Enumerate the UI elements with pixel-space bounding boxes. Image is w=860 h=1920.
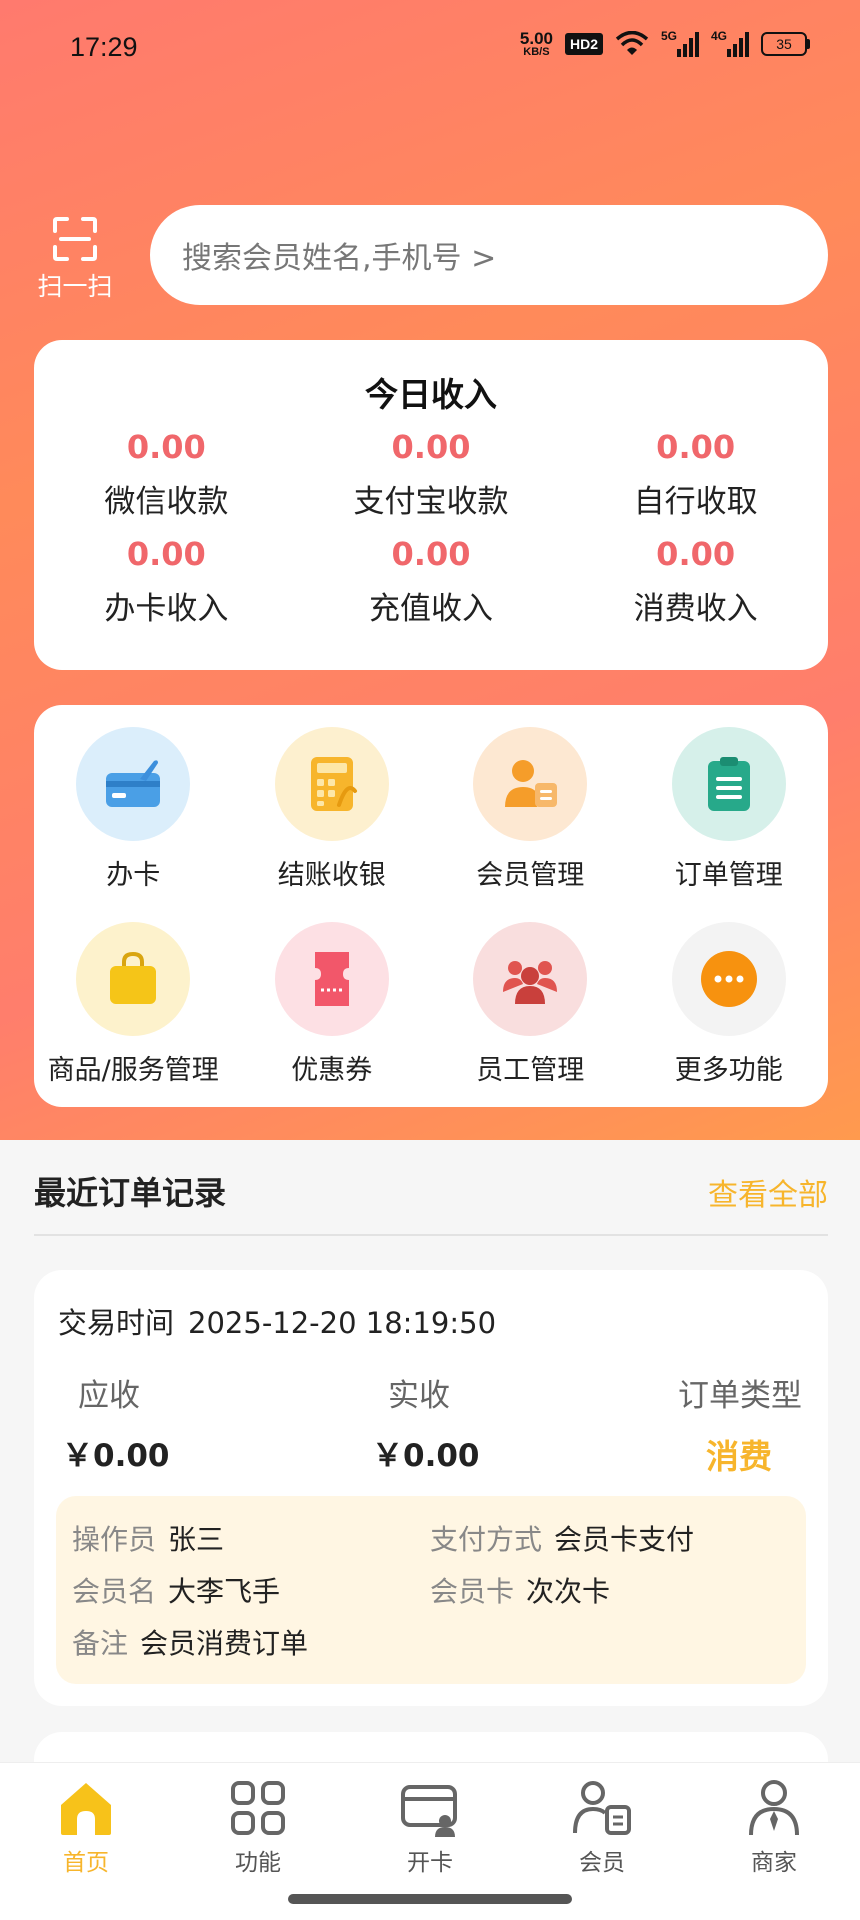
hd-voice-icon: HD2 <box>564 33 603 55</box>
recent-orders-title: 最近订单记录 <box>34 1174 227 1212</box>
status-icons: 5.00 KB/S HD2 5G 4G 35 <box>519 29 810 58</box>
view-all-link[interactable]: 查看全部 <box>708 1170 828 1214</box>
order-time: 交易时间 2025-12-20 18:19:50 <box>58 1306 497 1340</box>
function-card: 办卡 结账收银 会员管理 订单管理 商品/服务管理 优惠券 员工管理 更多功能 <box>34 705 828 1107</box>
func-checkout[interactable]: 结账收银 <box>233 727 432 892</box>
signal-4g-icon: 4G <box>711 29 749 57</box>
clipboard-icon <box>707 757 750 811</box>
member-name: 会员名 大李飞手 <box>72 1575 281 1608</box>
income-consumption[interactable]: 0.00 消费收入 <box>563 535 828 628</box>
income-title: 今日收入 <box>365 375 497 414</box>
operator: 操作员 张三 <box>72 1523 225 1556</box>
card-icon <box>106 760 161 807</box>
shopping-bag-icon <box>110 951 157 1004</box>
func-product-service-management[interactable]: 商品/服务管理 <box>34 922 233 1087</box>
order-type-label: 订单类型 <box>678 1378 802 1414</box>
nav-open-card[interactable]: 开卡 <box>370 1777 490 1877</box>
home-indicator <box>288 1894 572 1904</box>
nav-merchant[interactable]: 商家 <box>714 1777 834 1877</box>
network-speed: 5.00 KB/S <box>519 29 553 58</box>
scan-label: 扫一扫 <box>37 272 113 301</box>
recent-orders-header: 最近订单记录 查看全部 <box>34 1160 828 1236</box>
func-more[interactable]: 更多功能 <box>630 922 829 1087</box>
grid-icon <box>231 1781 285 1835</box>
order-record-card[interactable]: 交易时间 2025-12-20 18:19:50 应收 实收 订单类型 ￥0.00… <box>34 1270 828 1706</box>
member-icon <box>505 760 558 807</box>
func-coupon[interactable]: 优惠券 <box>233 922 432 1087</box>
income-recharge[interactable]: 0.00 充值收入 <box>299 535 564 628</box>
wifi-icon <box>615 31 649 55</box>
more-icon <box>700 951 757 1007</box>
merchant-icon <box>749 1780 799 1836</box>
open-card-icon <box>401 1785 457 1837</box>
member-card-icon <box>573 1781 631 1835</box>
pay-method: 支付方式 会员卡支付 <box>430 1523 695 1556</box>
received-label: 实收 <box>388 1378 450 1414</box>
status-time: 17:29 <box>70 32 138 62</box>
func-staff-management[interactable]: 员工管理 <box>431 922 630 1087</box>
receivable-value: ￥0.00 <box>62 1438 170 1474</box>
func-open-card[interactable]: 办卡 <box>34 727 233 892</box>
order-type-value: 消费 <box>706 1437 772 1476</box>
income-self-collect[interactable]: 0.00 自行收取 <box>563 428 828 521</box>
order-detail-box: 操作员 张三 支付方式 会员卡支付 会员名 大李飞手 会员卡 次次卡 备注 会员消费订单 <box>56 1496 806 1684</box>
today-income-card: 今日收入 0.00 微信收款 0.00 支付宝收款 0.00 自行收取 0.00… <box>34 340 828 670</box>
member-card: 会员卡 次次卡 <box>430 1575 611 1608</box>
battery-icon: 35 <box>761 32 810 56</box>
scan-icon <box>53 217 97 261</box>
signal-5g-icon: 5G <box>661 29 699 57</box>
home-icon <box>61 1783 111 1835</box>
nav-home[interactable]: 首页 <box>26 1777 146 1877</box>
search-input[interactable]: 搜索会员姓名,手机号 > <box>150 205 828 305</box>
staff-icon <box>503 961 558 1004</box>
received-value: ￥0.00 <box>372 1438 480 1474</box>
status-bar: 17:29 5.00 KB/S HD2 5G 4G 35 <box>0 0 860 100</box>
function-grid: 办卡 结账收银 会员管理 订单管理 商品/服务管理 优惠券 员工管理 更多功能 <box>34 727 828 1087</box>
calculator-icon <box>310 757 357 811</box>
remark: 备注 会员消费订单 <box>72 1627 309 1660</box>
scan-button[interactable]: 扫一扫 <box>30 215 120 305</box>
income-grid: 0.00 微信收款 0.00 支付宝收款 0.00 自行收取 0.00 办卡收入… <box>34 428 828 628</box>
income-wechat[interactable]: 0.00 微信收款 <box>34 428 299 521</box>
income-alipay[interactable]: 0.00 支付宝收款 <box>299 428 564 521</box>
nav-members[interactable]: 会员 <box>542 1777 662 1877</box>
income-card-issuing[interactable]: 0.00 办卡收入 <box>34 535 299 628</box>
coupon-icon <box>314 952 349 1006</box>
receivable-label: 应收 <box>78 1378 140 1414</box>
nav-functions[interactable]: 功能 <box>198 1777 318 1877</box>
func-member-management[interactable]: 会员管理 <box>431 727 630 892</box>
func-order-management[interactable]: 订单管理 <box>630 727 829 892</box>
search-placeholder: 搜索会员姓名,手机号 > <box>182 241 497 276</box>
